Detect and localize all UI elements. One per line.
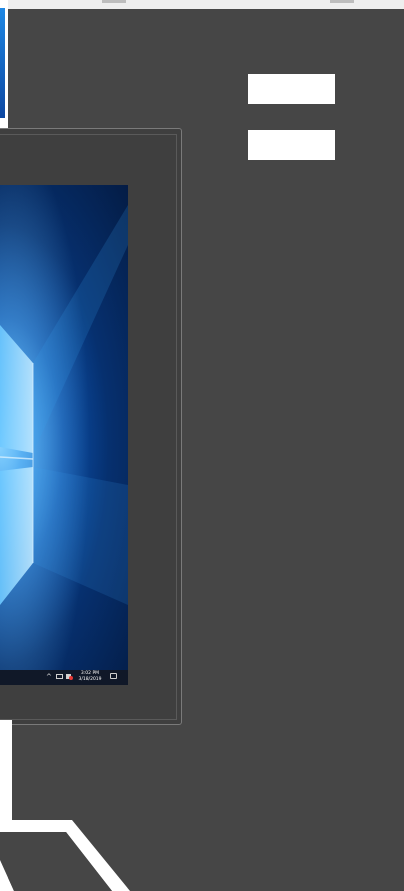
clock-date: 3/18/2019 [78,677,102,682]
side-button-1[interactable] [248,74,335,104]
app-icon[interactable] [0,8,5,118]
notification-icon[interactable] [110,673,117,679]
volume-muted-badge [69,676,73,680]
top-notch [102,0,126,3]
app-root: ^ 3:02 PM 3/18/2019 [0,0,404,891]
top-notch [330,0,354,3]
windows-logo-icon [0,185,128,685]
vm-desktop-screen[interactable]: ^ 3:02 PM 3/18/2019 [0,185,128,685]
top-edge [8,0,404,9]
chevron-up-icon[interactable]: ^ [46,673,52,681]
clock[interactable]: 3:02 PM 3/18/2019 [75,671,105,683]
network-icon[interactable] [56,674,63,679]
bottom-decoration [0,720,130,891]
side-button-2[interactable] [248,130,335,160]
taskbar: ^ 3:02 PM 3/18/2019 [0,670,128,685]
